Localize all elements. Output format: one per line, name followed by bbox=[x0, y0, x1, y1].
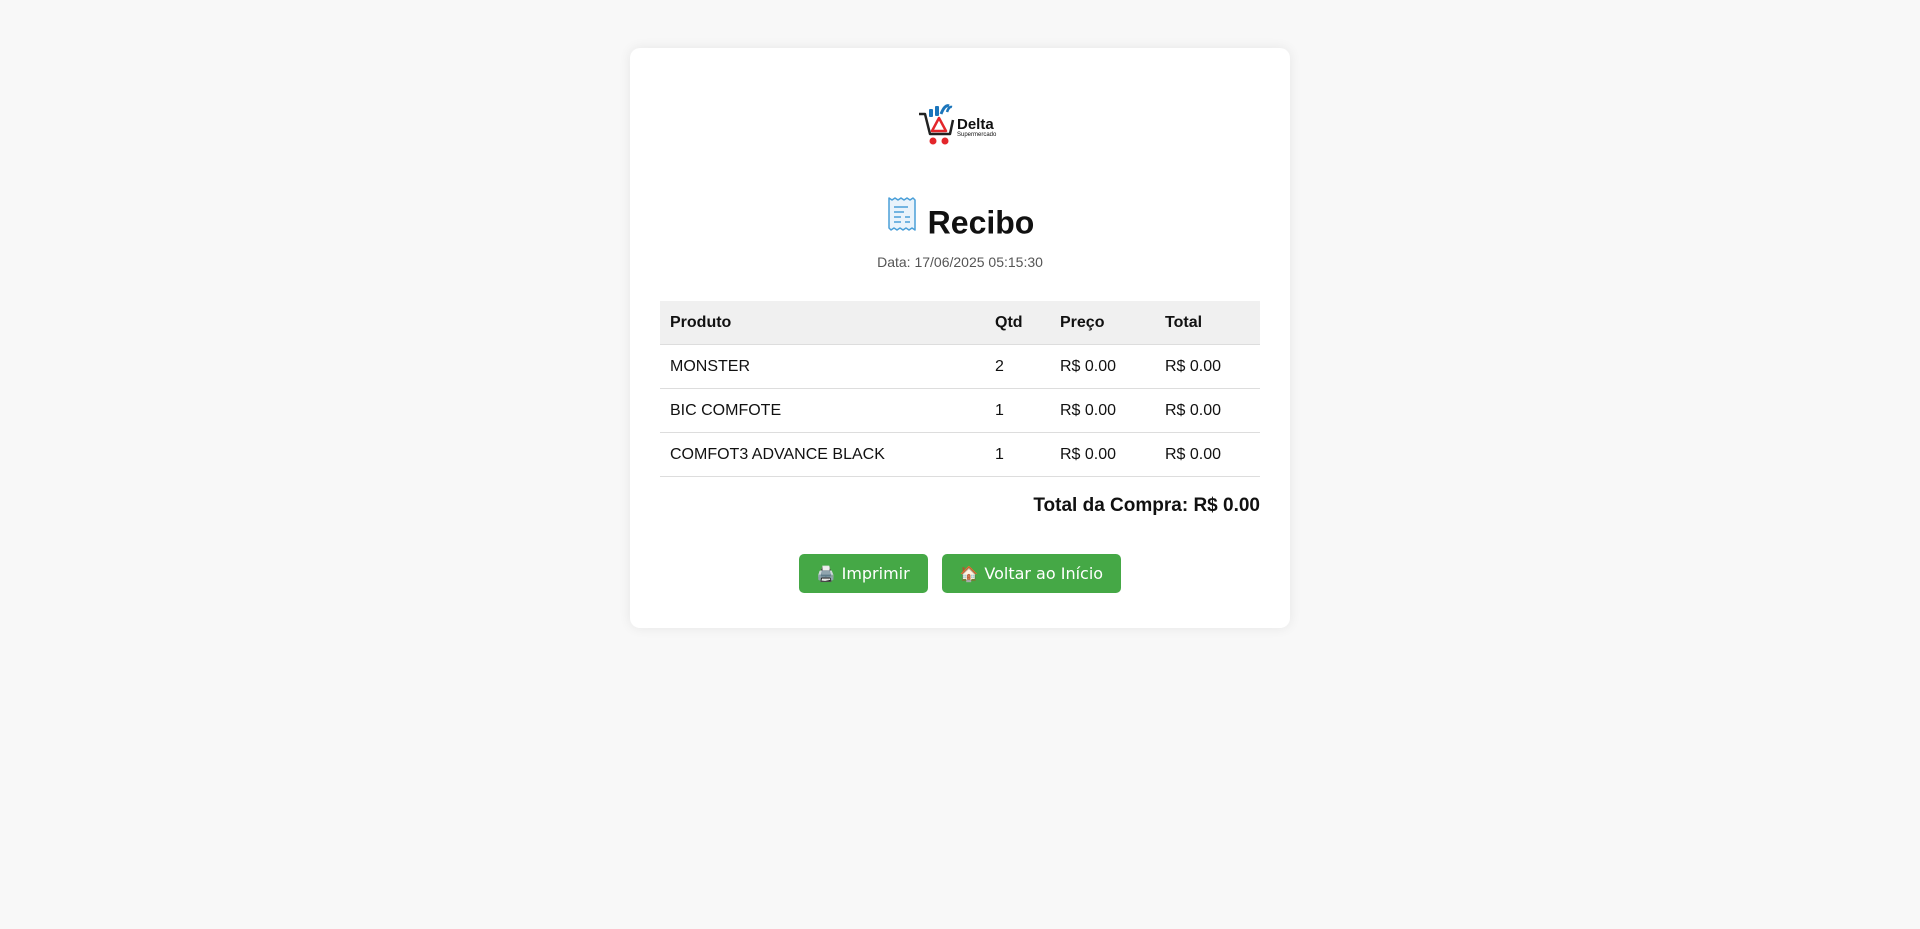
cell-total: R$ 0.00 bbox=[1155, 344, 1260, 389]
cell-total: R$ 0.00 bbox=[1155, 388, 1260, 433]
title-text: Recibo bbox=[927, 204, 1035, 241]
cell-produto: BIC COMFOTE bbox=[660, 388, 985, 433]
cell-qtd: 1 bbox=[985, 432, 1050, 477]
table-header-row: Produto Qtd Preço Total bbox=[660, 301, 1260, 345]
purchase-total: Total da Compra: R$ 0.00 bbox=[1033, 495, 1260, 516]
action-buttons: 🖨️ Imprimir 🏠 Voltar ao Início bbox=[630, 554, 1290, 593]
home-button[interactable]: 🏠 Voltar ao Início bbox=[941, 554, 1122, 593]
home-button-label: Voltar ao Início bbox=[984, 564, 1104, 583]
header-produto: Produto bbox=[660, 301, 985, 345]
store-logo: Delta Supermercado bbox=[917, 104, 1003, 148]
header-total: Total bbox=[1155, 301, 1260, 345]
cell-preco: R$ 0.00 bbox=[1050, 388, 1155, 433]
cell-produto: MONSTER bbox=[660, 344, 985, 389]
header-qtd: Qtd bbox=[985, 301, 1050, 345]
cell-preco: R$ 0.00 bbox=[1050, 432, 1155, 477]
print-button[interactable]: 🖨️ Imprimir bbox=[798, 554, 928, 593]
brand-tagline: Supermercado bbox=[957, 132, 997, 138]
receipt-icon bbox=[886, 196, 918, 243]
cell-total: R$ 0.00 bbox=[1155, 432, 1260, 477]
header-preco: Preço bbox=[1050, 301, 1155, 345]
receipt-date: Data: 17/06/2025 05:15:30 bbox=[877, 254, 1043, 270]
table-row: MONSTER 2 R$ 0.00 R$ 0.00 bbox=[660, 344, 1260, 389]
table-row: COMFOT3 ADVANCE BLACK 1 R$ 0.00 R$ 0.00 bbox=[660, 432, 1260, 477]
receipt-card: Delta Supermercado Recibo Data: 17/06/20… bbox=[630, 48, 1290, 628]
cell-preco: R$ 0.00 bbox=[1050, 344, 1155, 389]
cell-qtd: 2 bbox=[985, 344, 1050, 389]
house-icon: 🏠 bbox=[959, 565, 979, 583]
brand-name: Delta bbox=[957, 116, 994, 133]
cell-produto: COMFOT3 ADVANCE BLACK bbox=[660, 432, 985, 477]
page-title: Recibo bbox=[630, 196, 1290, 246]
table-row: BIC COMFOTE 1 R$ 0.00 R$ 0.00 bbox=[660, 388, 1260, 433]
items-table: Produto Qtd Preço Total MONSTER 2 R$ 0.0… bbox=[660, 301, 1260, 477]
cell-qtd: 1 bbox=[985, 388, 1050, 433]
print-button-label: Imprimir bbox=[841, 564, 910, 583]
printer-icon: 🖨️ bbox=[816, 565, 836, 583]
